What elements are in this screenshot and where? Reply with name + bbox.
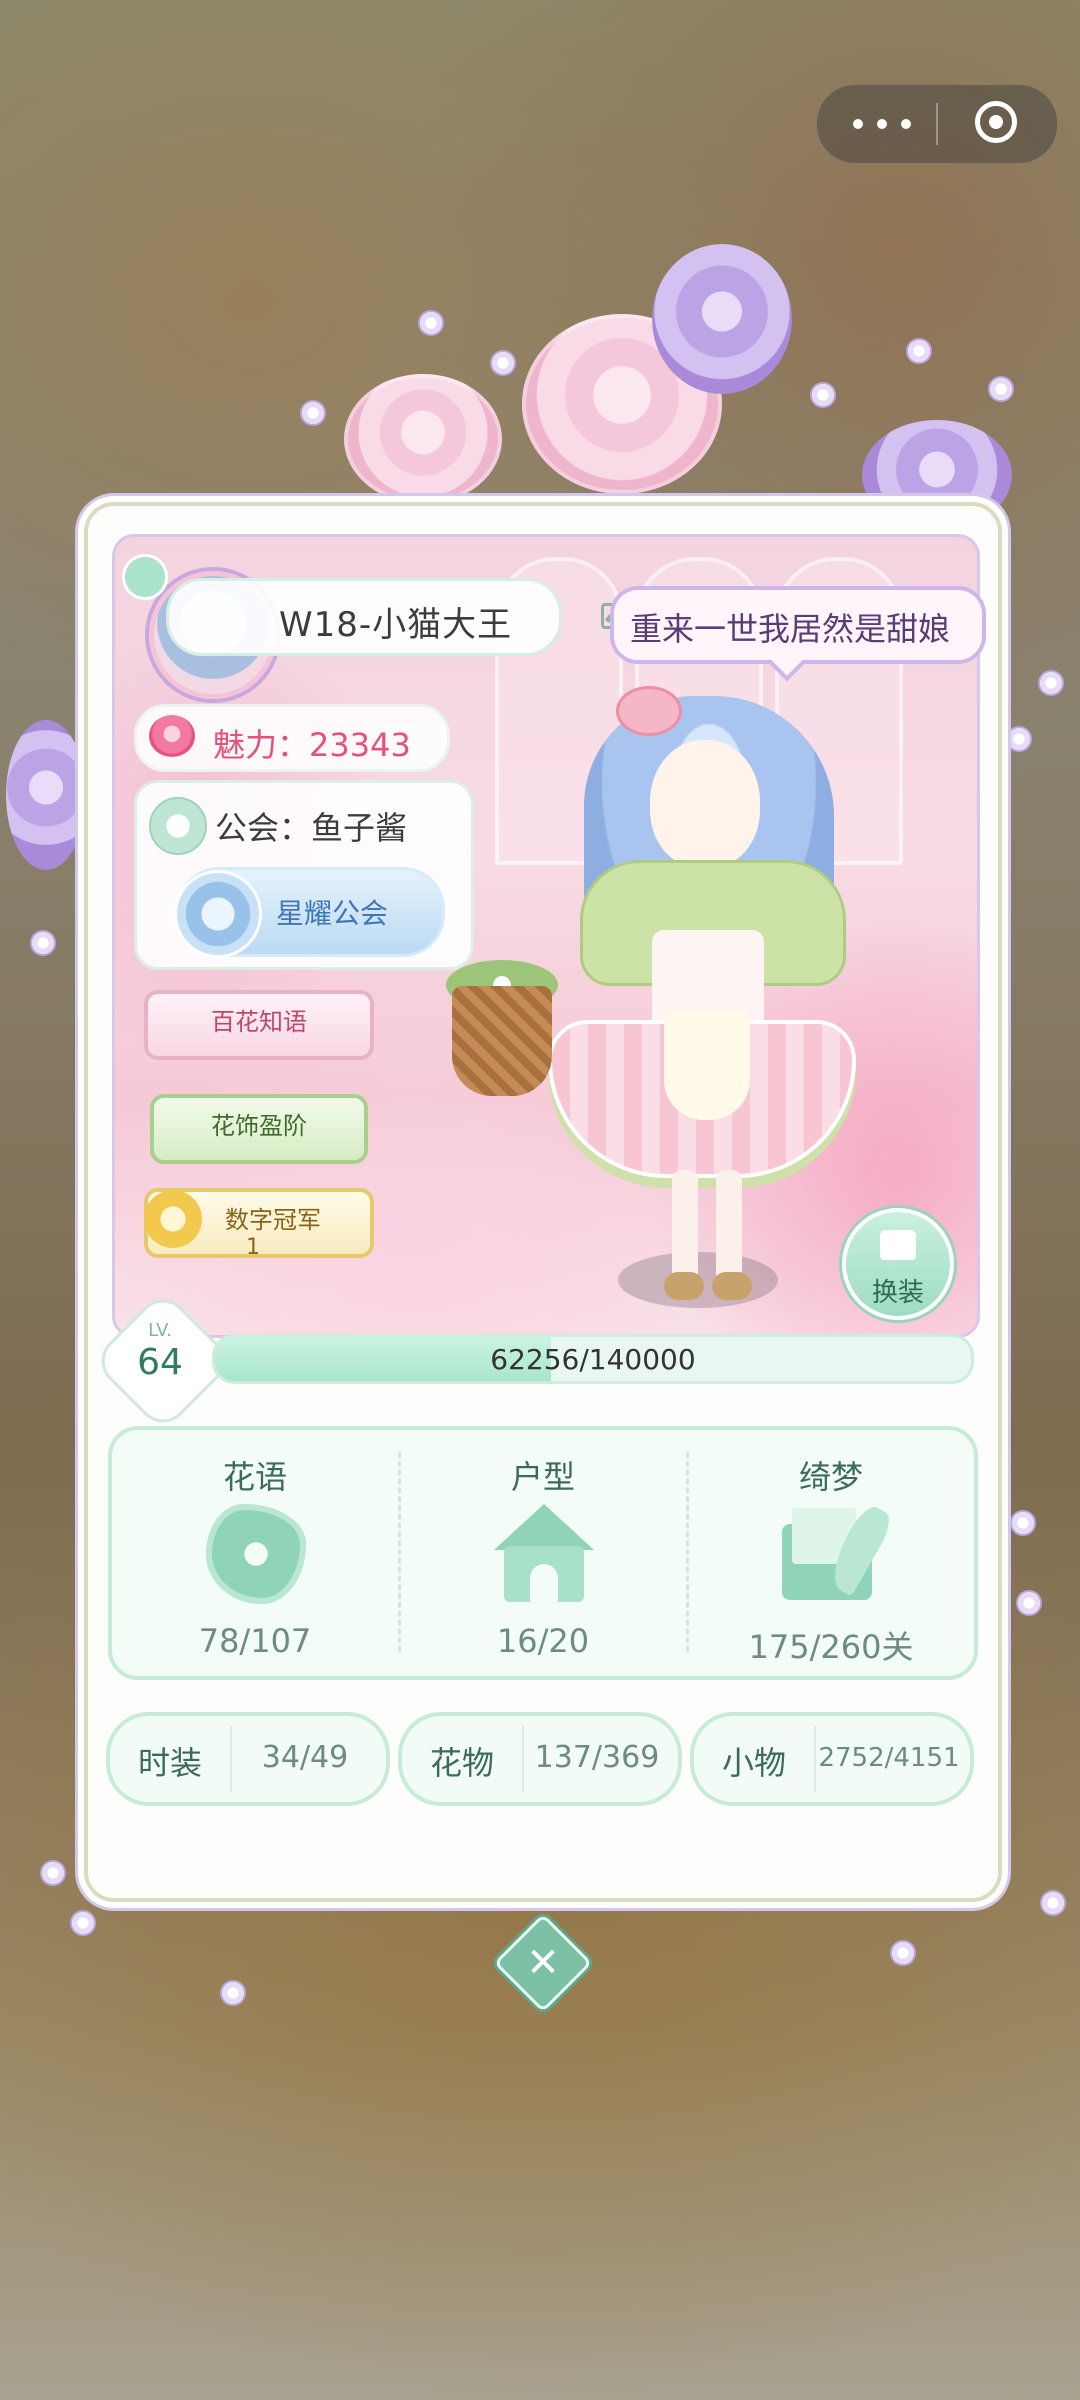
level-value: 64 <box>137 1342 183 1383</box>
mini-program-capsule <box>816 84 1058 164</box>
collection-stats-panel: 花语 78/107 户型 16/20 绮梦 175/260关 <box>108 1426 978 1680</box>
stat-value: 175/260关 <box>748 1628 914 1666</box>
more-options-icon[interactable] <box>853 115 913 133</box>
shirt-icon <box>880 1230 916 1260</box>
guild-icon <box>149 797 207 855</box>
rose-icon <box>149 715 195 757</box>
charm-pill: 魅力：23343 <box>134 704 450 772</box>
stat-value: 78/107 <box>198 1622 312 1660</box>
counter-value: 34/49 <box>261 1740 349 1775</box>
change-outfit-label: 换装 <box>871 1278 924 1308</box>
stat-flower-language[interactable]: 花语 78/107 <box>112 1430 398 1676</box>
player-name-pill: W18-小猫大王 <box>166 578 627 656</box>
counter-label: 小物 <box>721 1744 786 1782</box>
stat-house-type[interactable]: 户型 16/20 <box>400 1430 686 1676</box>
compass-icon <box>174 870 262 958</box>
avatar-frame-badge-icon <box>122 554 168 600</box>
stat-title: 户型 <box>510 1458 575 1496</box>
counter-flower-items[interactable]: 花物 137/369 <box>398 1712 682 1806</box>
guild-rank-badge: 星耀公会 <box>174 867 445 958</box>
player-name: W18-小猫大王 <box>279 605 513 645</box>
capsule-separator <box>936 103 938 145</box>
counter-value: 137/369 <box>534 1740 660 1775</box>
title-badge[interactable]: 数字冠军 1 <box>144 1188 374 1260</box>
level-prefix: LV. <box>148 1320 172 1341</box>
title-badge-label: 花饰盈阶 <box>211 1112 307 1140</box>
title-badge[interactable]: 百花知语 <box>144 990 374 1060</box>
guild-box[interactable]: 公会：鱼子酱 星耀公会 <box>134 780 474 970</box>
experience-progress-bar: 62256/140000 <box>212 1334 974 1384</box>
title-badge[interactable]: 花饰盈阶 <box>150 1094 368 1164</box>
counter-label: 时装 <box>137 1744 202 1782</box>
medal-icon <box>144 1190 202 1248</box>
title-badge-label: 百花知语 <box>211 1008 307 1036</box>
stat-dream[interactable]: 绮梦 175/260关 <box>688 1430 974 1676</box>
house-icon <box>494 1504 594 1604</box>
guild-name: 公会：鱼子酱 <box>215 809 408 847</box>
title-badge-label: 数字冠军 <box>225 1206 321 1234</box>
signature-text: 重来一世我居然是甜娘 <box>630 610 951 648</box>
change-outfit-button[interactable]: 换装 <box>842 1208 954 1320</box>
medal-number: 1 <box>246 1235 260 1260</box>
charm-value: 魅力：23343 <box>213 726 411 764</box>
stat-value: 16/20 <box>496 1622 590 1660</box>
counter-outfits[interactable]: 时装 34/49 <box>106 1712 390 1806</box>
level-text: LV. 64 <box>112 1320 208 1384</box>
stat-title: 花语 <box>222 1458 287 1496</box>
guild-rank-label: 星耀公会 <box>276 897 389 930</box>
close-miniprogram-icon[interactable] <box>975 101 1017 143</box>
close-icon[interactable]: ✕ <box>508 1928 578 1998</box>
counter-label: 花物 <box>429 1744 494 1782</box>
signature-bubble[interactable]: 重来一世我居然是甜娘 <box>610 586 986 664</box>
counter-small-items[interactable]: 小物 2752/4151 <box>690 1712 974 1806</box>
stat-title: 绮梦 <box>798 1458 863 1496</box>
experience-progress-text: 62256/140000 <box>490 1343 696 1376</box>
flower-icon <box>206 1504 306 1604</box>
counter-value: 2752/4151 <box>818 1743 960 1773</box>
letter-quill-icon <box>782 1501 897 1604</box>
